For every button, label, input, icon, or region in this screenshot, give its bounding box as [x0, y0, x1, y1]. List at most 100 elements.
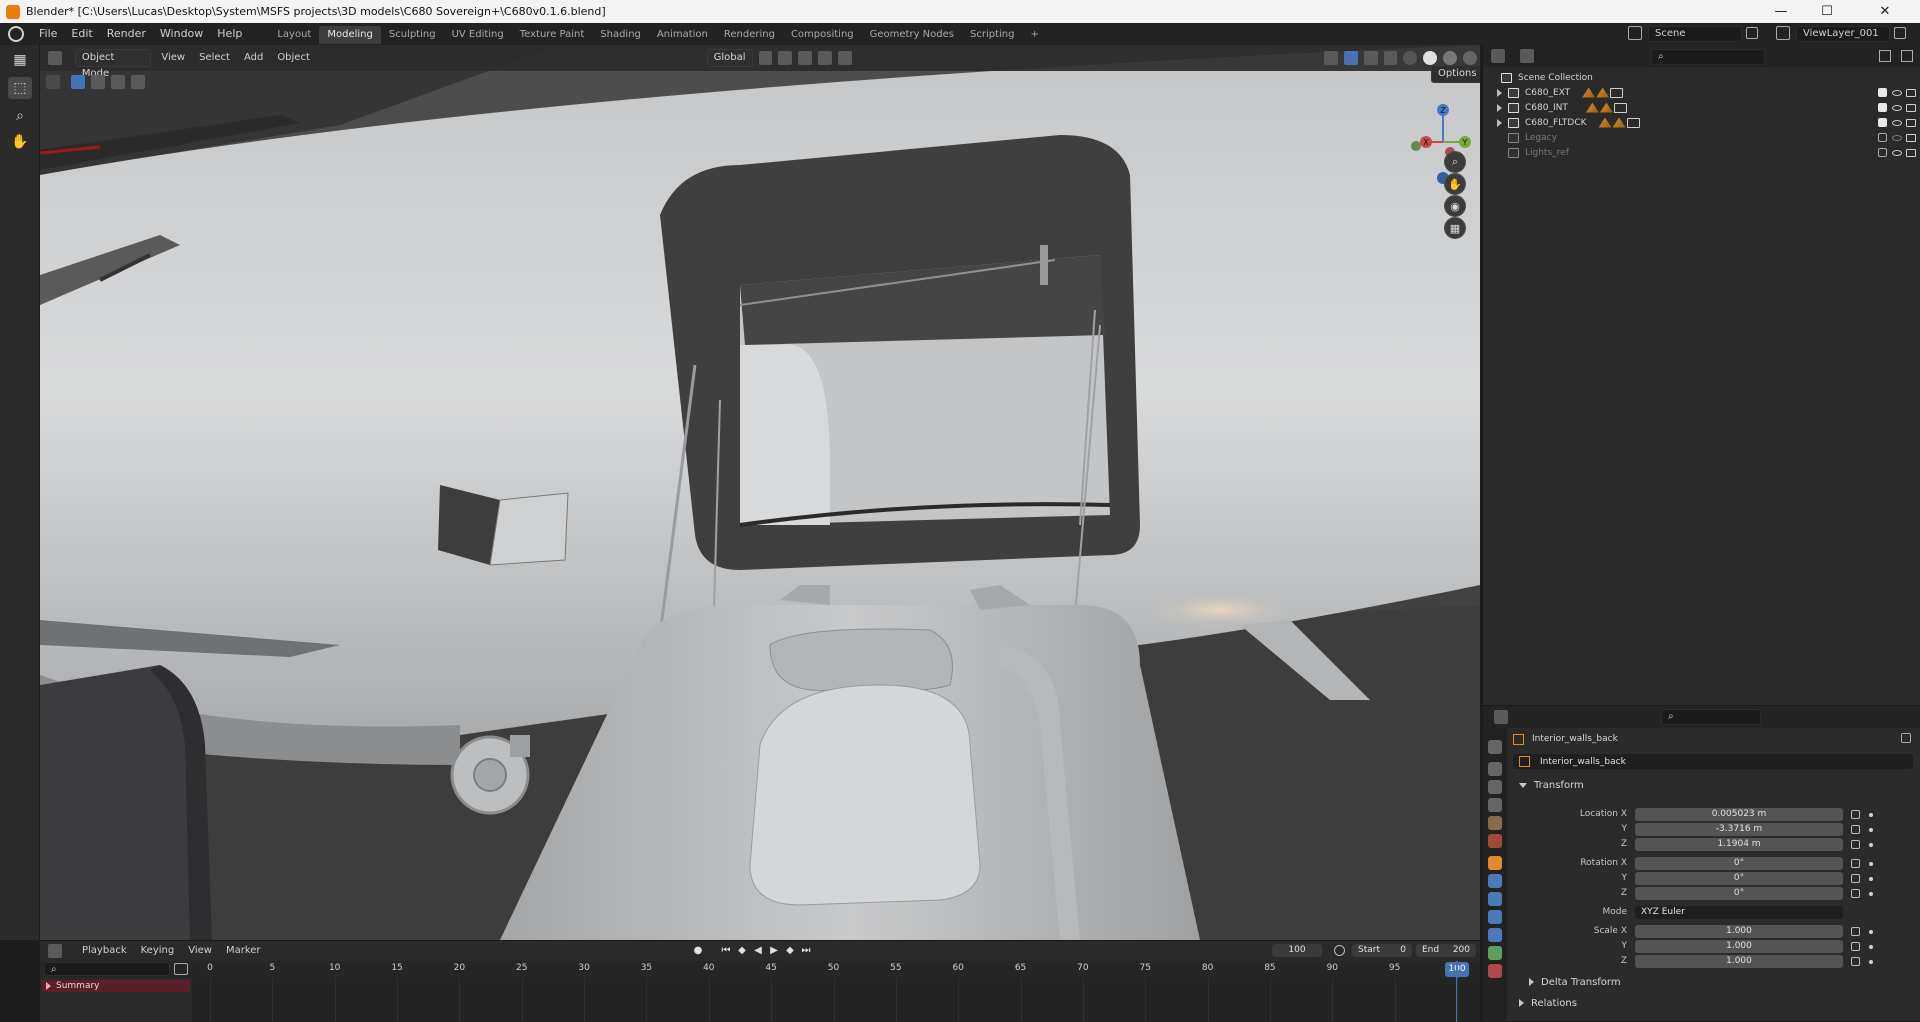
lock-icon[interactable] [1851, 825, 1860, 834]
menu-object[interactable]: Object [270, 45, 317, 71]
editor-type-icon[interactable] [1491, 49, 1505, 63]
render-tab-icon[interactable] [1488, 762, 1502, 776]
constraints-tab-icon[interactable] [1488, 928, 1502, 942]
collection-row-c680-ext[interactable]: C680_EXT [1483, 85, 1920, 100]
outliner-search-input[interactable]: ⌕ [1651, 49, 1765, 65]
3d-viewport[interactable]: Object Mode View Select Add Object Globa… [40, 45, 1480, 940]
scene-name-field[interactable]: Scene [1648, 26, 1742, 42]
transform-panel-header[interactable]: Transform [1513, 776, 1913, 794]
camera-icon[interactable]: ◉ [1444, 195, 1466, 217]
lock-icon[interactable] [1851, 889, 1860, 898]
axis-gizmo[interactable]: Z X Y [1410, 90, 1480, 190]
new-collection-icon[interactable] [1901, 50, 1913, 62]
tool-tab-icon[interactable] [1488, 740, 1502, 754]
render-camera-icon[interactable] [1906, 88, 1916, 97]
frame-ruler[interactable]: ⌕ 0 5 10 15 20 25 30 35 40 45 50 55 60 65 70 75 80 85 90 95… [40, 961, 1480, 978]
minimize-button[interactable]: — [1758, 0, 1804, 23]
location-x-field[interactable]: 0.005023 m [1635, 808, 1843, 821]
view-layer-field[interactable]: ViewLayer_001 [1796, 26, 1890, 42]
location-y-field[interactable]: -3.3716 m [1635, 823, 1843, 836]
exclude-checkbox[interactable] [1878, 88, 1887, 97]
menu-playback[interactable]: Playback [75, 941, 134, 961]
lock-icon[interactable] [1851, 927, 1860, 936]
menu-window[interactable]: Window [153, 23, 210, 45]
editor-type-icon[interactable] [1494, 710, 1508, 724]
tab-geometry-nodes[interactable]: Geometry Nodes [862, 26, 962, 44]
object-name-field[interactable]: Interior_walls_back [1513, 754, 1913, 769]
blender-logo-icon[interactable] [8, 26, 24, 42]
pin-icon[interactable] [1901, 733, 1911, 743]
display-mode-icon[interactable] [1520, 49, 1534, 63]
menu-marker[interactable]: Marker [219, 941, 268, 961]
menu-keying[interactable]: Keying [134, 941, 182, 961]
jump-start-icon[interactable]: ⏮ [720, 945, 732, 957]
zoom-tool-icon[interactable]: ⌕ [8, 105, 32, 127]
world-tab-icon[interactable] [1488, 834, 1502, 848]
select-new-icon[interactable] [71, 75, 85, 89]
tab-layout[interactable]: Layout [269, 26, 319, 44]
summary-channel[interactable]: Summary [42, 980, 190, 992]
proportional-edit-icon[interactable] [818, 51, 832, 65]
child-objects-badges[interactable] [1598, 117, 1641, 128]
select-invert-icon[interactable] [131, 75, 145, 89]
eye-icon[interactable] [1892, 89, 1902, 96]
exclude-checkbox[interactable] [1878, 103, 1887, 112]
close-button[interactable]: ✕ [1850, 0, 1920, 23]
play-icon[interactable]: ▶ [768, 945, 780, 957]
tab-scripting[interactable]: Scripting [962, 26, 1022, 44]
keyframe-dot-icon[interactable] [1869, 960, 1873, 964]
eye-icon[interactable] [1892, 149, 1902, 156]
object-tab-icon[interactable] [1488, 856, 1502, 870]
end-frame-field[interactable]: End 200 [1416, 944, 1476, 957]
particles-tab-icon[interactable] [1488, 892, 1502, 906]
transform-orientation-dropdown[interactable]: Global [706, 49, 753, 67]
material-tab-icon[interactable] [1488, 964, 1502, 978]
tab-modeling[interactable]: Modeling [319, 26, 381, 44]
new-scene-icon[interactable] [1746, 27, 1758, 39]
render-camera-icon[interactable] [1906, 133, 1916, 142]
snap-target-icon[interactable] [798, 51, 813, 65]
lock-icon[interactable] [1851, 957, 1860, 966]
menu-edit[interactable]: Edit [64, 23, 99, 45]
timeline-channels[interactable]: Summary [40, 961, 1480, 1022]
scene-collection-row[interactable]: Scene Collection [1483, 70, 1920, 85]
menu-render[interactable]: Render [100, 23, 153, 45]
view-layer-tab-icon[interactable] [1488, 798, 1502, 812]
lock-icon[interactable] [1851, 840, 1860, 849]
keyframe-dot-icon[interactable] [1869, 813, 1873, 817]
wireframe-shading-icon[interactable] [1403, 51, 1418, 65]
tab-compositing[interactable]: Compositing [783, 26, 862, 44]
eye-closed-icon[interactable] [1892, 134, 1902, 141]
solid-shading-icon[interactable] [1423, 51, 1438, 65]
menu-select[interactable]: Select [192, 45, 237, 71]
render-camera-icon[interactable] [1906, 103, 1916, 112]
collection-row-c680-fltdck[interactable]: C680_FLTDCK [1483, 115, 1920, 130]
editor-type-icon[interactable] [48, 944, 62, 958]
new-view-layer-icon[interactable] [1894, 27, 1906, 39]
data-tab-icon[interactable] [1488, 946, 1502, 960]
keyframe-dot-icon[interactable] [1869, 828, 1873, 832]
record-icon[interactable]: ● [692, 945, 704, 957]
child-objects-badges[interactable] [1585, 102, 1628, 113]
child-objects-badges[interactable] [1582, 87, 1624, 98]
relations-panel-header[interactable]: Relations [1513, 994, 1913, 1012]
grid-icon[interactable]: ▦ [1444, 217, 1466, 239]
scale-z-field[interactable]: 1.000 [1635, 955, 1843, 968]
material-shading-icon[interactable] [1443, 51, 1458, 65]
menu-file[interactable]: File [32, 23, 64, 45]
select-tool-icon[interactable]: ⬚ [8, 77, 32, 99]
tab-uv-editing[interactable]: UV Editing [444, 26, 512, 44]
editor-type-icon[interactable] [48, 51, 62, 65]
clock-icon[interactable] [1334, 945, 1345, 956]
rotation-y-field[interactable]: 0° [1635, 872, 1843, 885]
lock-icon[interactable] [1851, 810, 1860, 819]
add-workspace-button[interactable]: + [1022, 26, 1046, 44]
collection-row-c680-int[interactable]: C680_INT [1483, 100, 1920, 115]
lock-icon[interactable] [1851, 874, 1860, 883]
tab-shading[interactable]: Shading [592, 26, 649, 44]
object-mode-dropdown[interactable]: Object Mode [74, 49, 152, 79]
filter-icon[interactable] [1879, 50, 1891, 62]
snap-icon[interactable] [778, 51, 793, 65]
hand-tool-icon[interactable]: ✋ [8, 131, 32, 153]
select-extend-icon[interactable] [91, 75, 105, 89]
